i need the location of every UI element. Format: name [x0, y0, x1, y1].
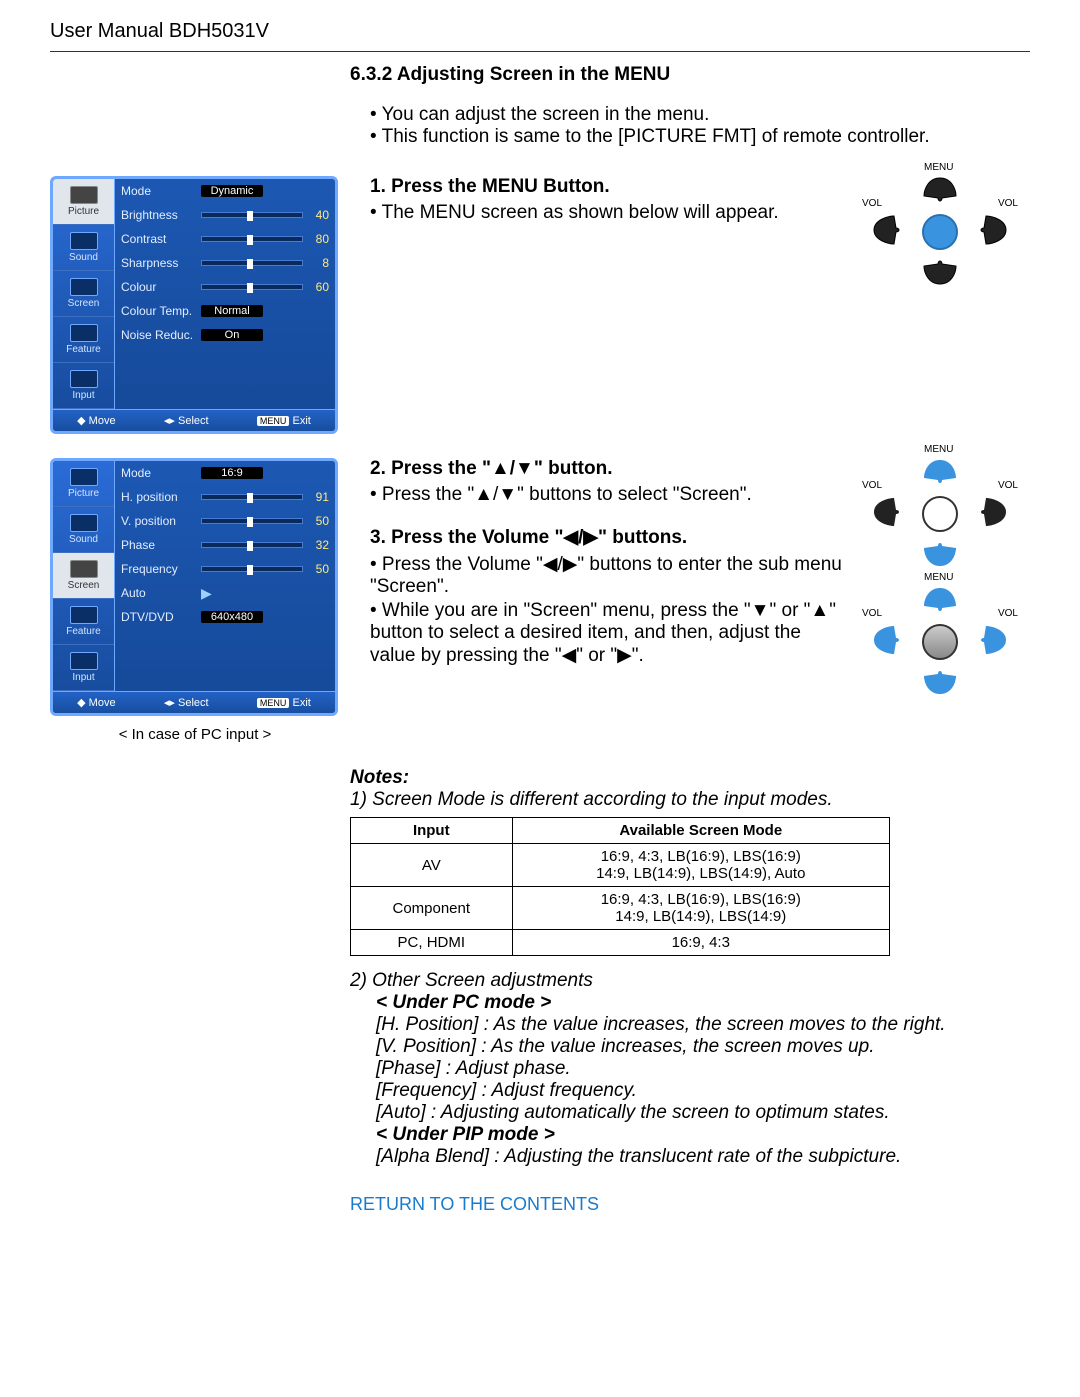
pip-line: [Alpha Blend] : Adjusting the translucen…	[376, 1146, 1030, 1168]
step2-title: 2. Press the "▲/▼" button.	[370, 458, 850, 480]
pc-line: [Phase] : Adjust phase.	[376, 1058, 1030, 1080]
dpad-right-icon	[970, 496, 1010, 528]
dpad-up-icon	[920, 458, 960, 490]
step1-title: 1. Press the MENU Button.	[370, 176, 850, 198]
remote-dpad-updown: MENU VOL VOL	[860, 458, 1020, 568]
dpad-down-icon	[920, 536, 960, 568]
dpad-down-icon	[920, 664, 960, 696]
pc-line: [Auto] : Adjusting automatically the scr…	[376, 1102, 1030, 1124]
menu-label: MENU	[924, 162, 953, 173]
menu-label: MENU	[924, 572, 953, 583]
step3-title: 3. Press the Volume "◀/▶" buttons.	[370, 526, 850, 549]
step3-line: • Press the Volume "◀/▶" buttons to ente…	[370, 553, 850, 598]
slider-icon	[201, 494, 303, 500]
osd-tab-screen: Screen	[53, 553, 114, 599]
tv-icon	[70, 186, 98, 204]
page-header: User Manual BDH5031V	[50, 20, 1030, 43]
clock-icon	[70, 606, 98, 624]
osd-tab-screen: Screen	[53, 271, 114, 317]
dpad-center-icon	[922, 496, 958, 532]
vol-label: VOL	[862, 480, 882, 491]
tv-icon	[70, 468, 98, 486]
slider-icon	[201, 518, 303, 524]
dpad-center-icon	[922, 214, 958, 250]
osd-tab-input: Input	[53, 363, 114, 409]
vol-label: VOL	[998, 480, 1018, 491]
note-1: 1) Screen Mode is different according to…	[350, 789, 1030, 811]
intro-bullet: You can adjust the screen in the menu.	[370, 104, 1030, 126]
section-heading: 6.3.2 Adjusting Screen in the MENU	[350, 64, 1030, 86]
dpad-left-icon	[870, 214, 910, 246]
clock-icon	[70, 324, 98, 342]
remote-dpad-menu: MENU VOL VOL	[860, 176, 1020, 286]
slider-icon	[201, 260, 303, 266]
intro-bullets: You can adjust the screen in the menu. T…	[370, 104, 1030, 148]
osd-caption: < In case of PC input >	[50, 726, 340, 743]
notes-heading: Notes:	[350, 767, 1030, 789]
speaker-icon	[70, 514, 98, 532]
osd-tab-sound: Sound	[53, 225, 114, 271]
step3-line: • While you are in "Screen" menu, press …	[370, 600, 850, 667]
dpad-right-icon	[970, 214, 1010, 246]
pip-mode-head: < Under PIP mode >	[376, 1124, 1030, 1146]
dpad-up-icon	[920, 586, 960, 618]
dpad-left-icon	[870, 496, 910, 528]
gear-icon	[70, 370, 98, 388]
arrow-right-icon: ▶	[201, 585, 212, 602]
vol-label: VOL	[862, 608, 882, 619]
remote-dpad-leftright: MENU VOL VOL	[860, 586, 1020, 696]
osd-tab-picture: Picture	[53, 461, 114, 507]
dpad-left-icon	[870, 624, 910, 656]
intro-bullet: This function is same to the [PICTURE FM…	[370, 126, 1030, 148]
dpad-down-icon	[920, 254, 960, 286]
slider-icon	[201, 566, 303, 572]
screen-icon	[70, 560, 98, 578]
step1-line: • The MENU screen as shown below will ap…	[370, 202, 850, 224]
vol-label: VOL	[862, 198, 882, 209]
pc-line: [H. Position] : As the value increases, …	[376, 1014, 1030, 1036]
screen-icon	[70, 278, 98, 296]
osd-tab-feature: Feature	[53, 599, 114, 645]
pc-mode-head: < Under PC mode >	[376, 992, 1030, 1014]
screen-mode-table: InputAvailable Screen Mode AV16:9, 4:3, …	[350, 817, 890, 956]
vol-label: VOL	[998, 198, 1018, 209]
header-divider	[50, 51, 1030, 52]
gear-icon	[70, 652, 98, 670]
osd-tab-feature: Feature	[53, 317, 114, 363]
speaker-icon	[70, 232, 98, 250]
step2-line: • Press the "▲/▼" buttons to select "Scr…	[370, 484, 850, 506]
osd-menu-picture: Picture Sound Screen Feature Input ModeD…	[50, 176, 338, 434]
note-2: 2) Other Screen adjustments	[350, 970, 1030, 992]
dpad-right-icon	[970, 624, 1010, 656]
dpad-up-icon	[920, 176, 960, 208]
menu-label: MENU	[924, 444, 953, 455]
slider-icon	[201, 236, 303, 242]
slider-icon	[201, 284, 303, 290]
osd-tab-sound: Sound	[53, 507, 114, 553]
osd-tab-input: Input	[53, 645, 114, 691]
pc-line: [V. Position] : As the value increases, …	[376, 1036, 1030, 1058]
dpad-center-icon	[922, 624, 958, 660]
slider-icon	[201, 542, 303, 548]
slider-icon	[201, 212, 303, 218]
return-to-contents-link[interactable]: RETURN TO THE CONTENTS	[350, 1194, 1030, 1215]
osd-menu-screen: Picture Sound Screen Feature Input Mode1…	[50, 458, 338, 716]
osd-tab-picture: Picture	[53, 179, 114, 225]
pc-line: [Frequency] : Adjust frequency.	[376, 1080, 1030, 1102]
vol-label: VOL	[998, 608, 1018, 619]
